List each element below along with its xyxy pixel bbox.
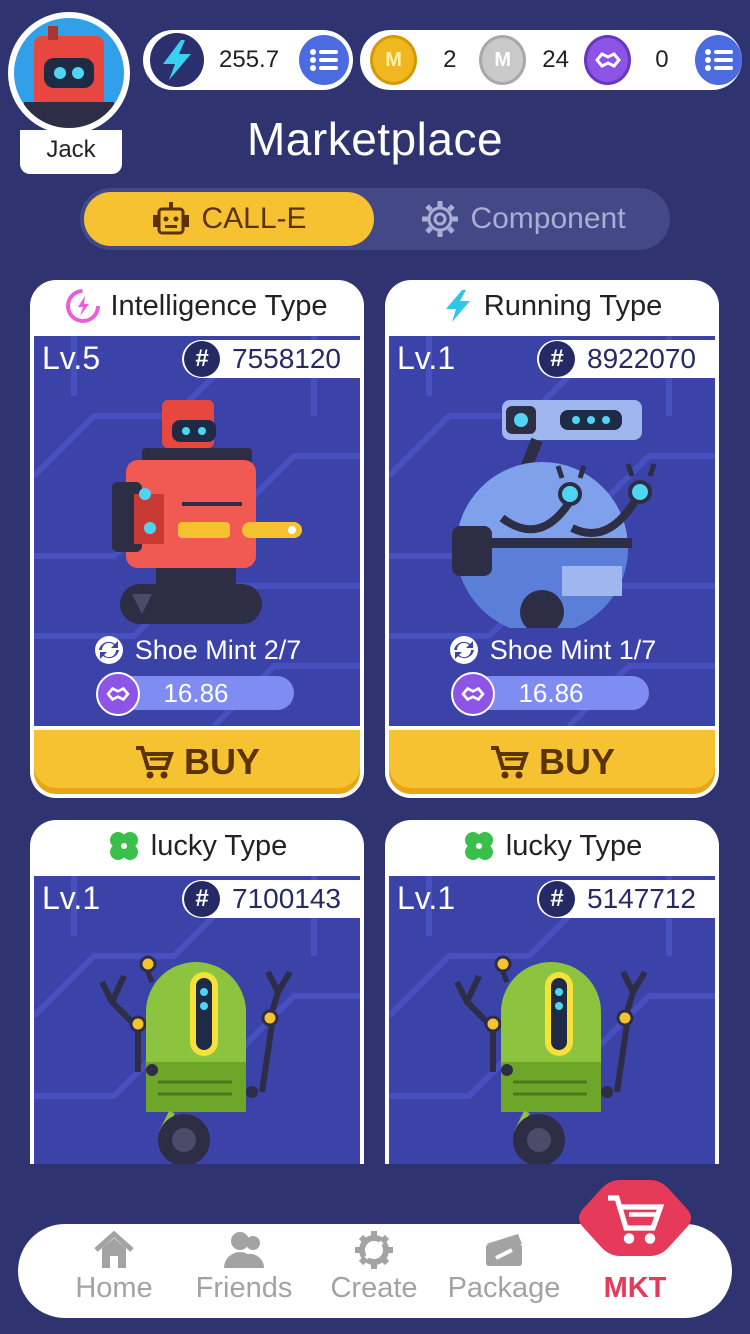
red-robot-image — [112, 400, 302, 624]
shoe-mint: Shoe Mint 1/7 — [389, 634, 715, 666]
robot-card[interactable]: lucky Type Lv.1 # 5147712 — [385, 820, 719, 1164]
buy-button-label: BUY — [538, 741, 615, 782]
card-price: 16.86 — [96, 672, 294, 716]
lightning-icon — [445, 290, 470, 322]
page-title: Marketplace — [246, 113, 504, 165]
category-tabs: CALL-E Component — [80, 188, 670, 250]
buy-button-label: BUY — [183, 741, 260, 782]
blue-robot-image — [452, 400, 657, 628]
friends-icon — [224, 1232, 265, 1268]
list-icon — [704, 49, 733, 71]
hash-icon: # — [539, 881, 575, 917]
nav-create-label: Create — [330, 1272, 418, 1304]
nav-mkt[interactable]: MKT — [576, 1176, 694, 1304]
tab-call-e-label: CALL-E — [201, 202, 307, 235]
card-type-label: Running Type — [483, 289, 663, 322]
nav-mkt-label: MKT — [603, 1272, 667, 1304]
green-robot-image — [99, 955, 293, 1164]
shoe-mint: Shoe Mint 2/7 — [34, 634, 360, 666]
cart-icon — [135, 746, 174, 779]
silver-coin-icon: M — [479, 35, 527, 85]
card-id-number: 8922070 — [587, 343, 697, 374]
robot-card[interactable]: Running Type Lv.1 # 8922070 Shoe Mint 1/… — [385, 280, 719, 798]
nav-friends-label: Friends — [195, 1272, 293, 1304]
energy-balance: 255.7 — [143, 30, 353, 90]
nav-friends[interactable]: Friends — [184, 1230, 304, 1305]
card-id-number: 5147712 — [587, 883, 697, 914]
cart-icon — [490, 746, 529, 779]
gold-coin-icon: M — [370, 35, 418, 85]
card-id: # 7100143 — [182, 880, 360, 918]
clover-icon — [109, 832, 138, 860]
polygon-icon — [451, 672, 495, 716]
coin-balances: M 2 M 24 0 — [360, 30, 742, 90]
hash-icon: # — [539, 341, 575, 377]
card-level: Lv.5 — [42, 340, 101, 376]
card-id: # 8922070 — [537, 340, 715, 378]
card-type: lucky Type — [385, 820, 719, 872]
card-type-label: Intelligence Type — [110, 289, 328, 322]
card-body: Lv.1 # 8922070 Shoe Mint 1/7 16.86 — [389, 336, 715, 726]
card-id-number: 7100143 — [232, 883, 342, 914]
polygon-coin-icon — [584, 35, 632, 85]
card-price: 16.86 — [451, 672, 649, 716]
nav-package[interactable]: Package — [444, 1230, 564, 1305]
card-price-value: 16.86 — [518, 677, 584, 708]
energy-value: 255.7 — [219, 46, 280, 73]
nav-create[interactable]: Create — [314, 1230, 434, 1305]
cart-icon — [608, 1195, 665, 1244]
card-level: Lv.1 — [397, 340, 456, 376]
tab-component-label: Component — [470, 202, 626, 235]
coins-menu-button[interactable] — [695, 35, 742, 85]
list-icon — [310, 49, 338, 71]
card-type: lucky Type — [30, 820, 364, 872]
buy-button[interactable]: BUY — [34, 730, 360, 794]
tab-component[interactable]: Component — [380, 192, 666, 246]
gold-value: 2 — [443, 46, 457, 73]
robot-card[interactable]: Intelligence Type Lv.5 # 7558120 Shoe Mi… — [30, 280, 364, 798]
buy-button[interactable]: BUY — [389, 730, 715, 794]
energy-icon — [150, 33, 204, 87]
silver-value: 24 — [542, 46, 569, 73]
create-gear-icon — [355, 1231, 393, 1269]
mint-icon — [449, 636, 478, 664]
shoe-mint-label: Shoe Mint 1/7 — [489, 634, 657, 665]
nav-home[interactable]: Home — [54, 1230, 174, 1305]
card-price-value: 16.86 — [163, 677, 229, 708]
green-robot-image — [454, 955, 648, 1164]
shoe-mint-label: Shoe Mint 2/7 — [134, 634, 302, 665]
gear-icon — [422, 201, 459, 237]
card-type: Intelligence Type — [30, 280, 364, 332]
robot-card[interactable]: lucky Type Lv.1 # 7100143 — [30, 820, 364, 1164]
polygon-value: 0 — [655, 46, 669, 73]
nav-home-label: Home — [75, 1272, 153, 1304]
robot-head-icon — [153, 202, 190, 235]
card-id: # 7558120 — [182, 340, 360, 378]
card-id: # 5147712 — [537, 880, 715, 918]
energy-menu-button[interactable] — [299, 35, 349, 85]
card-body: Lv.1 # 5147712 — [389, 876, 715, 1164]
tab-call-e[interactable]: CALL-E — [84, 192, 374, 246]
card-body: Lv.5 # 7558120 Shoe Mint 2/7 16.86 — [34, 336, 360, 726]
hash-icon: # — [184, 881, 220, 917]
card-level: Lv.1 — [42, 880, 101, 916]
mint-icon — [94, 636, 123, 664]
card-type-label: lucky Type — [150, 829, 288, 862]
card-type: Running Type — [385, 280, 719, 332]
intelligence-icon — [66, 289, 101, 323]
hash-icon: # — [184, 341, 220, 377]
card-type-label: lucky Type — [505, 829, 643, 862]
card-id-number: 7558120 — [232, 343, 342, 374]
nav-package-label: Package — [447, 1272, 561, 1304]
polygon-icon — [96, 672, 140, 716]
card-body: Lv.1 # 7100143 — [34, 876, 360, 1164]
card-level: Lv.1 — [397, 880, 456, 916]
package-icon — [486, 1234, 522, 1266]
home-icon — [94, 1230, 134, 1268]
clover-icon — [464, 832, 493, 860]
